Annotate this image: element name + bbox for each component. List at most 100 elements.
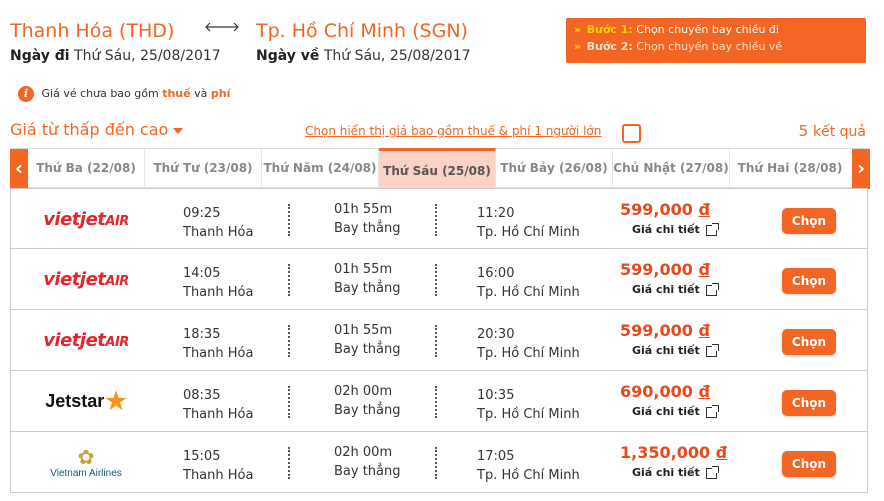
star-icon: ★: [105, 387, 127, 415]
arrival-city: Tp. Hồ Chí Minh: [477, 285, 580, 300]
vietjet-logo: vietjetAIR: [43, 329, 129, 351]
external-link-icon: [705, 282, 719, 296]
select-flight-button[interactable]: Chọn: [782, 390, 836, 416]
flight-stops: Bay thẳng: [334, 342, 401, 357]
departure-city: Thanh Hóa: [183, 285, 254, 300]
external-link-icon: [705, 465, 719, 479]
sort-label: Giá từ thấp đến cao: [10, 120, 169, 139]
flight-duration: 02h 00m: [334, 445, 393, 460]
price-detail-link[interactable]: Giá chi tiết: [632, 465, 719, 479]
notice-tax: thuế: [162, 87, 191, 100]
arrival-time: 11:20: [477, 206, 515, 221]
divider: [435, 204, 437, 236]
divider: [435, 386, 437, 418]
price-detail-label: Giá chi tiết: [632, 283, 700, 296]
airline-logo: vietjetAIR: [31, 249, 141, 309]
jetstar-logo: Jetstar ★: [45, 387, 127, 416]
flight-row: Jetstar ★ 08:35 Thanh Hóa 02h 00m Bay thẳ…: [10, 371, 868, 432]
departure: 14:05 Thanh Hóa: [183, 266, 253, 300]
fare-price: 599,000 đ: [620, 321, 710, 340]
flight-duration: 01h 55m: [334, 202, 393, 217]
price-detail-link[interactable]: Giá chi tiết: [632, 343, 719, 357]
fare-price: 599,000 đ: [620, 260, 710, 279]
tax-toggle-checkbox[interactable]: [622, 124, 641, 143]
date-tab[interactable]: Thứ Bảy (26/08): [496, 149, 613, 189]
departure-time: 14:05: [183, 266, 221, 281]
external-link-icon: [705, 222, 719, 236]
flight-stops: Bay thẳng: [334, 403, 401, 418]
flight-duration: 01h 55m: [334, 262, 393, 277]
chevron-left-icon[interactable]: ‹: [10, 149, 28, 189]
divider: [435, 447, 437, 479]
flight-row: vietjetAIR 09:25 Thanh Hóa 01h 55m Bay t…: [10, 188, 868, 249]
flight-stops: Bay thẳng: [334, 281, 401, 296]
divider: [435, 325, 437, 357]
price-detail-link[interactable]: Giá chi tiết: [632, 222, 719, 236]
departure-time: 08:35: [183, 388, 221, 403]
flight-duration: 02h 00m: [334, 384, 393, 399]
select-flight-button[interactable]: Chọn: [782, 268, 836, 294]
arrival: 17:05 Tp. Hồ Chí Minh: [477, 449, 580, 483]
departure-city: Thanh Hóa: [183, 225, 254, 240]
chevron-double-right-icon: »: [574, 23, 582, 36]
divider: [435, 264, 437, 296]
destination-city: Tp. Hồ Chí Minh (SGN): [256, 20, 468, 42]
vietjet-logo: vietjetAIR: [43, 268, 129, 290]
step-2-label: Bước 2:: [586, 40, 633, 53]
price-amount: 599,000: [620, 260, 693, 279]
divider: [288, 447, 290, 479]
price-notice: i Giá vé chưa bao gồm thuế và phí: [18, 86, 230, 102]
chevron-double-right-icon: »: [574, 40, 582, 53]
sort-dropdown[interactable]: Giá từ thấp đến cao: [10, 120, 184, 139]
duration: 02h 00m Bay thẳng: [334, 384, 401, 418]
arrival-city: Tp. Hồ Chí Minh: [477, 407, 580, 422]
date-tab-active[interactable]: Thứ Sáu (25/08): [379, 148, 496, 188]
select-flight-button[interactable]: Chọn: [782, 451, 836, 477]
chevron-right-icon[interactable]: ›: [852, 149, 870, 189]
route-header: Thanh Hóa (THD) Tp. Hồ Chí Minh (SGN): [10, 20, 468, 42]
result-count-number: 5: [798, 122, 809, 140]
price-detail-link[interactable]: Giá chi tiết: [632, 404, 719, 418]
airline-name: Vietnam Airlines: [50, 467, 122, 479]
divider: [288, 386, 290, 418]
vietnam-airlines-logo: ✿ Vietnam Airlines: [50, 446, 122, 479]
depart-date-value: Thứ Sáu, 25/08/2017: [74, 48, 221, 64]
flight-row: ✿ Vietnam Airlines 15:05 Thanh Hóa 02h 00…: [10, 432, 868, 493]
lotus-icon: ✿: [77, 444, 95, 469]
arrival: 20:30 Tp. Hồ Chí Minh: [477, 327, 580, 361]
price-amount: 1,350,000: [620, 443, 711, 462]
notice-and: và: [194, 87, 208, 100]
departure: 09:25 Thanh Hóa: [183, 206, 253, 240]
price-amount: 599,000: [620, 321, 693, 340]
date-tab[interactable]: Thứ Tư (23/08): [145, 149, 262, 189]
date-tab[interactable]: Thứ Hai (28/08): [730, 149, 850, 189]
flight-row: vietjetAIR 18:35 Thanh Hóa 01h 55m Bay t…: [10, 310, 868, 371]
external-link-icon: [705, 404, 719, 418]
date-tab[interactable]: Chủ Nhật (27/08): [613, 149, 730, 189]
price-detail-link[interactable]: Giá chi tiết: [632, 282, 719, 296]
notice-prefix: Giá vé chưa bao gồm: [41, 87, 159, 100]
arrival-city: Tp. Hồ Chí Minh: [477, 225, 580, 240]
return-date-value: Thứ Sáu, 25/08/2017: [323, 48, 471, 64]
price-detail-label: Giá chi tiết: [632, 344, 700, 357]
airline-logo: vietjetAIR: [31, 310, 141, 370]
flight-stops: Bay thẳng: [334, 464, 401, 479]
notice-fee: phí: [210, 87, 231, 100]
duration: 01h 55m Bay thẳng: [334, 262, 401, 296]
return-date: Ngày về Thứ Sáu, 25/08/2017: [256, 48, 471, 64]
select-flight-button[interactable]: Chọn: [782, 329, 836, 355]
price-currency: đ: [698, 382, 710, 401]
date-tab[interactable]: Thứ Năm (24/08): [262, 149, 379, 189]
flight-stops: Bay thẳng: [334, 221, 401, 236]
date-tab[interactable]: Thứ Ba (22/08): [28, 149, 145, 189]
departure: 18:35 Thanh Hóa: [183, 327, 253, 361]
tax-toggle-link[interactable]: Chọn hiển thị giá bao gồm thuế & phí 1 n…: [305, 124, 601, 138]
vietjet-logo: vietjetAIR: [43, 208, 129, 230]
date-selector: ‹ Thứ Ba (22/08) Thứ Tư (23/08) Thứ Năm …: [10, 148, 870, 189]
price-amount: 599,000: [620, 200, 693, 219]
return-date-label: Ngày về: [256, 48, 320, 64]
select-flight-button[interactable]: Chọn: [782, 208, 836, 234]
step-2: » Bước 2: Chọn chuyến bay chiều về: [574, 40, 858, 53]
departure: 08:35 Thanh Hóa: [183, 388, 253, 422]
fare-price: 599,000 đ: [620, 200, 710, 219]
